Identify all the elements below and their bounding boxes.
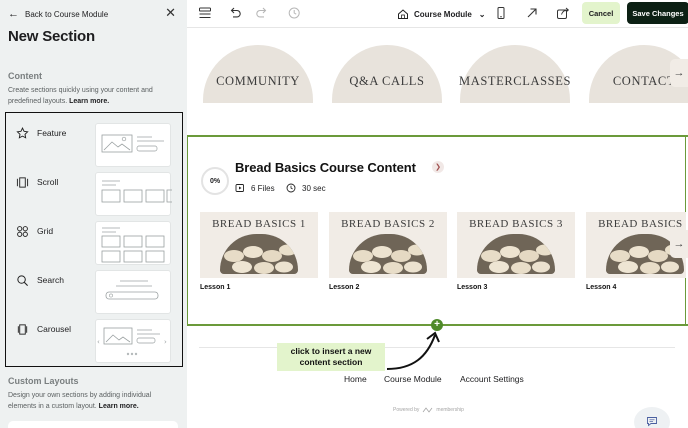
lesson-card[interactable]: BREAD BASICS 1	[200, 212, 318, 278]
custom-layouts-description: Design your own sections by adding indiv…	[8, 390, 180, 412]
layout-label-scroll: Scroll	[37, 177, 59, 187]
nav-qa-calls[interactable]: Q&A CALLS	[332, 45, 442, 103]
footer-link-home[interactable]: Home	[344, 374, 367, 384]
brand-logo-icon	[423, 407, 433, 413]
scroll-icon	[16, 177, 29, 188]
search-preview	[95, 270, 171, 314]
chat-icon	[647, 417, 657, 427]
powered-brand: membership	[436, 407, 464, 413]
layout-label-carousel: Carousel	[37, 324, 72, 334]
custom-layout-card[interactable]	[8, 421, 178, 428]
lesson-card-title: BREAD BASICS 4	[598, 218, 686, 230]
nav-next-arrow-icon[interactable]: →	[670, 59, 688, 87]
redo-icon[interactable]	[255, 6, 269, 20]
cancel-button[interactable]: Cancel	[582, 2, 620, 24]
lesson-card[interactable]: BREAD BASICS 2	[329, 212, 447, 278]
custom-learn-more-link[interactable]: Learn more.	[99, 403, 139, 410]
lesson-label[interactable]: Lesson 1	[200, 284, 230, 291]
page-selector-label: Course Module	[414, 9, 472, 19]
history-icon[interactable]	[287, 6, 301, 20]
carousel-preview: ‹ ›	[95, 319, 171, 363]
back-to-course-module-link[interactable]: ← Back to Course Module ✕	[8, 6, 180, 22]
grid-icon	[17, 226, 28, 237]
chat-button[interactable]	[634, 407, 670, 428]
layout-label-feature: Feature	[37, 128, 67, 138]
search-icon	[17, 275, 29, 287]
lesson-card-title: BREAD BASICS 3	[469, 218, 563, 230]
footer-link-course-module[interactable]: Course Module	[384, 374, 442, 384]
carousel-icon	[17, 324, 28, 335]
section-top-border	[187, 135, 688, 137]
callout-arrow-icon	[386, 331, 440, 370]
open-external-icon[interactable]	[525, 6, 539, 20]
course-title[interactable]: Bread Basics Course Content	[235, 160, 416, 175]
svg-text:›: ›	[164, 338, 167, 346]
feature-preview	[95, 123, 171, 167]
arrow-left-icon: ←	[8, 7, 19, 20]
panel-title: New Section	[8, 28, 95, 45]
duration: 30 sec	[286, 182, 326, 194]
content-learn-more-link[interactable]: Learn more.	[69, 98, 109, 105]
layout-option-feature[interactable]: Feature	[10, 123, 178, 169]
progress-label: 0%	[209, 177, 221, 185]
layout-option-grid[interactable]: Grid	[10, 221, 178, 267]
sidebar-panel: ← Back to Course Module ✕ New Section Co…	[0, 0, 187, 428]
content-description: Create sections quickly using your conte…	[8, 85, 180, 107]
lesson-card-title: BREAD BASICS 1	[212, 218, 306, 230]
back-label: Back to Course Module	[25, 9, 109, 19]
home-icon	[398, 9, 408, 19]
layout-option-search[interactable]: Search	[10, 270, 178, 316]
clock-icon	[286, 183, 296, 193]
close-icon[interactable]: ✕	[165, 6, 176, 20]
page-canvas: COMMUNITY Q&A CALLS MASTERCLASSES CONTAC…	[187, 29, 688, 428]
bread-image	[220, 234, 298, 274]
layout-option-carousel[interactable]: Carousel ‹ ›	[10, 319, 178, 365]
undo-icon[interactable]	[228, 6, 242, 20]
layout-label-grid: Grid	[37, 226, 54, 236]
files-count: 6 Files	[235, 182, 275, 194]
bread-image	[349, 234, 427, 274]
layout-option-scroll[interactable]: Scroll	[10, 172, 178, 218]
scroll-preview	[95, 172, 176, 216]
section-left-border	[187, 135, 188, 325]
star-icon	[16, 127, 29, 139]
files-label: 6 Files	[251, 183, 275, 193]
lessons-next-arrow-icon[interactable]: →	[670, 230, 688, 258]
chevron-down-icon: ⌄	[478, 9, 486, 19]
file-icon	[235, 184, 244, 192]
powered-by[interactable]: Powered by membership	[393, 407, 464, 413]
grid-preview	[95, 221, 171, 265]
bread-image	[477, 234, 555, 274]
course-progress-circle: 0%	[201, 167, 229, 195]
mobile-preview-icon[interactable]	[494, 6, 508, 20]
share-icon[interactable]	[556, 6, 570, 20]
content-heading: Content	[8, 71, 42, 81]
svg-text:‹: ‹	[97, 338, 100, 346]
page-selector-dropdown[interactable]: Course Module ⌄	[397, 6, 485, 22]
save-changes-button[interactable]: Save Changes	[627, 2, 688, 24]
lesson-card[interactable]: BREAD BASICS 3	[457, 212, 575, 278]
nav-community[interactable]: COMMUNITY	[203, 45, 313, 103]
lesson-card-title: BREAD BASICS 2	[341, 218, 435, 230]
footer-link-account-settings[interactable]: Account Settings	[460, 374, 524, 384]
layers-icon[interactable]	[198, 6, 212, 20]
lesson-label[interactable]: Lesson 3	[457, 284, 487, 291]
powered-by-label: Powered by	[393, 407, 420, 413]
lesson-label[interactable]: Lesson 2	[329, 284, 359, 291]
custom-layouts-heading: Custom Layouts	[8, 376, 79, 386]
chevron-right-icon[interactable]: ❯	[432, 161, 444, 173]
lesson-label[interactable]: Lesson 4	[586, 284, 616, 291]
layout-options-box: Feature Scroll Grid Search Carousel ‹ ›	[5, 112, 183, 367]
editor-toolbar: Course Module ⌄ Cancel Save Changes	[187, 0, 688, 28]
nav-masterclasses[interactable]: MASTERCLASSES	[459, 45, 570, 103]
layout-label-search: Search	[37, 275, 64, 285]
duration-label: 30 sec	[302, 183, 326, 193]
insert-section-callout: click to insert a new content section	[277, 343, 385, 371]
